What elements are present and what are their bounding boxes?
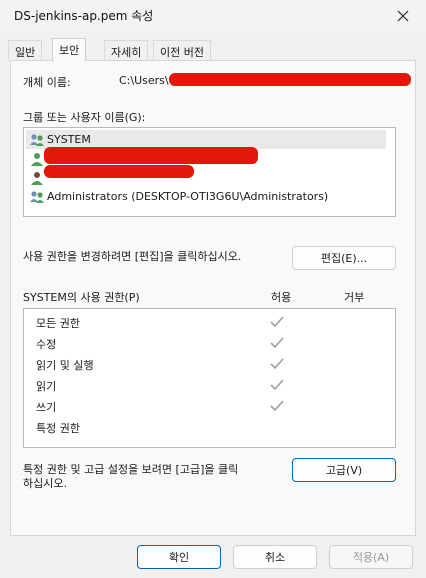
permission-row-read: 읽기 [36,380,57,393]
tab-security[interactable]: 보안 [52,38,87,61]
check-icon [270,358,284,370]
permission-row-write: 쓰기 [36,401,57,414]
advanced-hint-line2: 하십시오. [23,477,67,490]
object-name-label: 개체 이름: [23,76,71,89]
list-item-administrators[interactable]: Administrators (DESKTOP-OTI3G6U\Administ… [26,187,386,206]
apply-button[interactable]: 적용(A) [329,545,413,569]
window-title: DS-jenkins-ap.pem 속성 [14,9,154,23]
user-icon [31,152,43,166]
redaction-mark [169,73,411,86]
edit-button[interactable]: 편집(E)... [292,246,396,270]
tab-details[interactable]: 자세히 [104,40,149,60]
group-icon [30,190,44,203]
cancel-button[interactable]: 취소 [233,545,317,569]
deny-header: 거부 [344,291,365,304]
ok-button[interactable]: 확인 [137,545,221,569]
tab-previous-versions[interactable]: 이전 버전 [153,40,211,60]
close-button[interactable] [380,0,426,32]
list-item-label: Administrators (DESKTOP-OTI3G6U\Administ… [47,190,329,203]
check-icon [270,337,284,349]
redaction-mark [44,147,258,164]
permission-row-modify: 수정 [36,338,57,351]
close-icon [397,10,409,22]
object-name-value: C:\Users\ [119,74,169,87]
user-icon [31,171,43,185]
groups-label: 그룹 또는 사용자 이름(G): [23,111,146,124]
groups-listbox[interactable]: SYSTEM Administrators (DESKTOP-OTI3G6U\A… [23,127,396,217]
advanced-button[interactable]: 고급(V) [292,458,396,482]
list-item-label: SYSTEM [47,133,91,146]
title-bar: DS-jenkins-ap.pem 속성 [0,0,426,32]
permission-row-read-execute: 읽기 및 실행 [36,359,94,372]
edit-hint: 사용 권한을 변경하려면 [편집]을 클릭하십시오. [23,250,242,263]
redaction-mark [44,165,194,178]
permission-row-special: 특정 권한 [36,422,80,435]
permissions-title: SYSTEM의 사용 권한(P) [23,291,140,304]
tab-general[interactable]: 일반 [8,40,43,60]
check-icon [270,379,284,391]
check-icon [270,316,284,328]
permissions-list[interactable]: 모든 권한 수정 읽기 및 실행 읽기 쓰기 특정 권한 [23,308,396,448]
permission-row-full-control: 모든 권한 [36,317,80,330]
group-icon [30,133,44,146]
security-panel: 개체 이름: C:\Users\ 그룹 또는 사용자 이름(G): SYSTEM [10,60,416,536]
check-icon [270,400,284,412]
allow-header: 허용 [271,291,292,304]
